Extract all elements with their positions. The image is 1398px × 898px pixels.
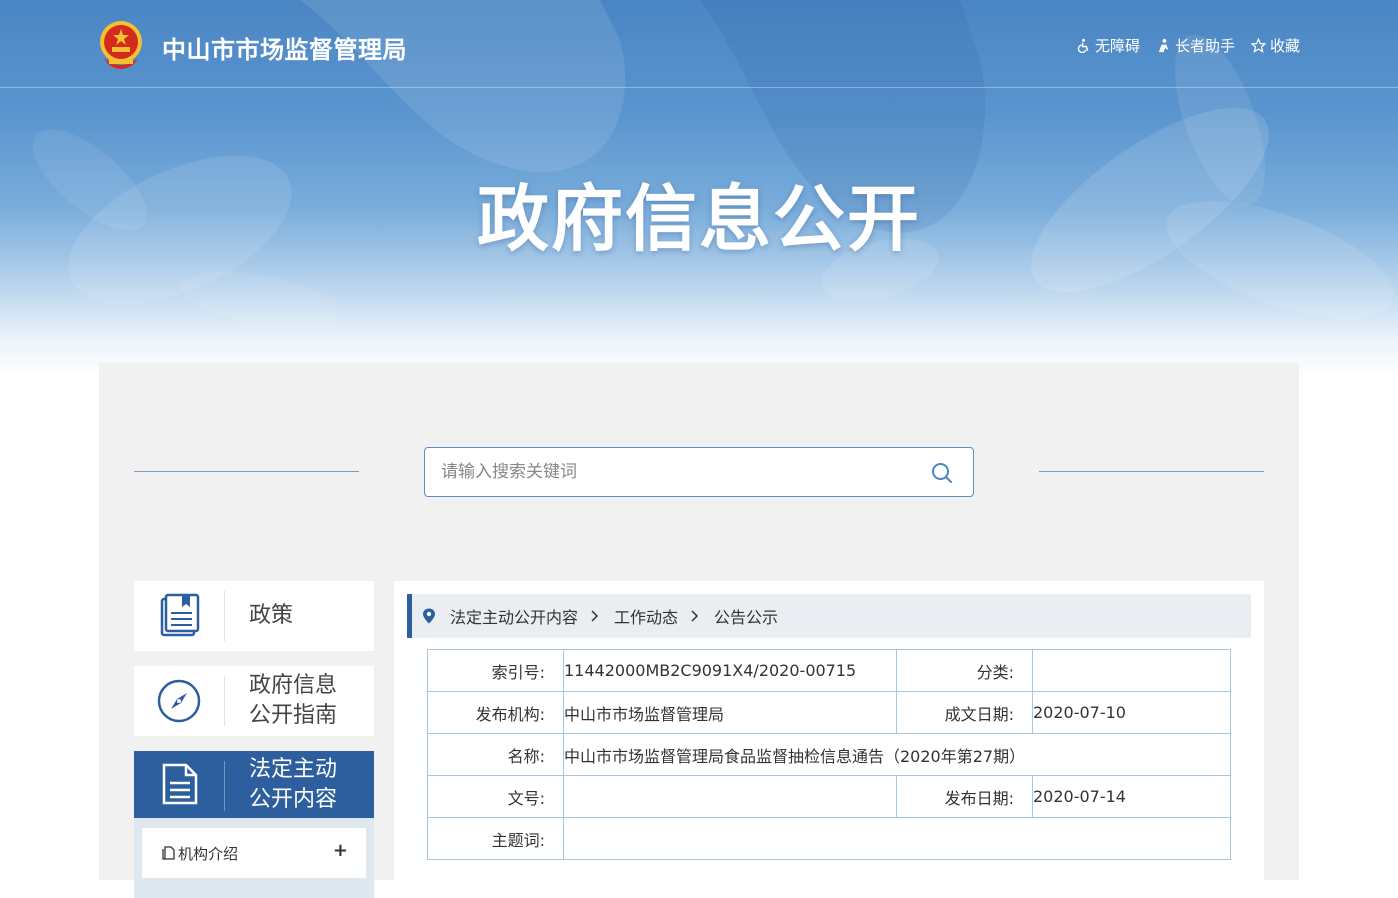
sidebar: 政策 政府信息 公开指南 法定主动 公开内容 机构介绍 + xyxy=(134,581,374,898)
search-divider-left xyxy=(134,471,359,472)
doc-number-value xyxy=(563,775,897,818)
star-icon xyxy=(1250,38,1266,53)
book-icon xyxy=(160,593,200,637)
subject-value xyxy=(563,817,1231,860)
banner: 中山市市场监督管理局 无障碍 长者助手 收藏 政府信息公开 xyxy=(0,0,1398,380)
breadcrumb-item[interactable]: 公告公示 xyxy=(714,604,778,628)
doc-number-label: 文号: xyxy=(427,775,564,818)
sidebar-submenu: 机构介绍 + xyxy=(134,818,374,898)
favorite-link[interactable]: 收藏 xyxy=(1250,35,1300,56)
hero-title: 政府信息公开 xyxy=(476,177,921,261)
submenu-item-label: 机构介绍 xyxy=(178,845,239,863)
created-date-value: 2020-07-10 xyxy=(1032,691,1231,734)
sidebar-item-label-line2: 公开指南 xyxy=(249,703,338,728)
content-area: 法定主动公开内容 工作动态 公告公示 索引号: 11442000MB2C9091… xyxy=(394,581,1264,881)
table-row: 发布机构: 中山市市场监督管理局 成文日期: 2020-07-10 xyxy=(427,691,1231,734)
sidebar-item-label: 法定主动 公开内容 xyxy=(249,755,337,815)
table-row: 文号: 发布日期: 2020-07-14 xyxy=(427,775,1231,818)
sidebar-item-label-line1: 法定主动 xyxy=(249,757,338,782)
sidebar-item-mandatory-disclosure[interactable]: 法定主动 公开内容 xyxy=(134,751,374,818)
subject-label: 主题词: xyxy=(427,817,564,860)
sidebar-item-guide[interactable]: 政府信息 公开指南 xyxy=(134,666,374,736)
name-value: 中山市市场监督管理局食品监督抽检信息通告（2020年第27期） xyxy=(563,733,1231,776)
accessibility-link[interactable]: 无障碍 xyxy=(1076,35,1140,56)
name-label: 名称: xyxy=(427,733,564,776)
breadcrumb-item[interactable]: 工作动态 xyxy=(614,604,678,628)
elder-assist-link[interactable]: 长者助手 xyxy=(1156,35,1235,56)
submenu-item-org-intro[interactable]: 机构介绍 + xyxy=(142,828,366,878)
sidebar-separator xyxy=(224,676,225,726)
utility-links: 无障碍 长者助手 收藏 xyxy=(1076,35,1300,56)
search-input[interactable] xyxy=(439,448,909,496)
publisher-value: 中山市市场监督管理局 xyxy=(563,691,897,734)
category-value xyxy=(1032,649,1231,692)
index-value: 11442000MB2C9091X4/2020-00715 xyxy=(563,649,897,692)
breadcrumb-item[interactable]: 法定主动公开内容 xyxy=(450,604,578,628)
category-label: 分类: xyxy=(896,649,1033,692)
sidebar-item-label: 政府信息 公开指南 xyxy=(249,671,337,731)
document-icon xyxy=(162,763,198,805)
table-row: 索引号: 11442000MB2C9091X4/2020-00715 分类: xyxy=(427,649,1231,692)
table-row: 主题词: xyxy=(427,817,1231,860)
elder-assist-label: 长者助手 xyxy=(1174,37,1235,55)
main-panel: 政策 政府信息 公开指南 法定主动 xyxy=(99,363,1299,898)
compass-icon xyxy=(157,679,201,723)
file-icon xyxy=(162,846,175,860)
site-title[interactable]: 中山市市场监督管理局 xyxy=(162,30,407,65)
publish-date-label: 发布日期: xyxy=(896,775,1033,818)
accessibility-label: 无障碍 xyxy=(1094,37,1140,55)
created-date-label: 成文日期: xyxy=(896,691,1033,734)
chevron-right-icon xyxy=(591,610,599,622)
search-divider-right xyxy=(1039,471,1264,472)
search-icon[interactable] xyxy=(931,462,953,484)
index-label: 索引号: xyxy=(427,649,564,692)
sidebar-separator xyxy=(224,761,225,811)
header-bar: 中山市市场监督管理局 无障碍 长者助手 收藏 xyxy=(0,0,1398,88)
elder-assist-icon xyxy=(1158,38,1169,53)
national-emblem-icon[interactable] xyxy=(98,20,144,70)
accessibility-icon xyxy=(1077,38,1089,53)
publish-date-value: 2020-07-14 xyxy=(1032,775,1231,818)
sidebar-item-label-line2: 公开内容 xyxy=(249,787,338,812)
favorite-label: 收藏 xyxy=(1269,37,1300,55)
chevron-right-icon xyxy=(691,610,699,622)
expand-toggle[interactable]: + xyxy=(333,840,348,861)
sidebar-item-label-line1: 政府信息 xyxy=(249,673,338,698)
sidebar-item-policy[interactable]: 政策 xyxy=(134,581,374,651)
table-row: 名称: 中山市市场监督管理局食品监督抽检信息通告（2020年第27期） xyxy=(427,733,1231,776)
document-info-table: 索引号: 11442000MB2C9091X4/2020-00715 分类: 发… xyxy=(427,649,1231,860)
sidebar-separator xyxy=(224,591,225,641)
sidebar-item-label: 政策 xyxy=(249,603,294,628)
breadcrumb: 法定主动公开内容 工作动态 公告公示 xyxy=(407,594,1251,638)
search-box xyxy=(424,447,974,497)
publisher-label: 发布机构: xyxy=(427,691,564,734)
location-pin-icon xyxy=(423,608,435,624)
